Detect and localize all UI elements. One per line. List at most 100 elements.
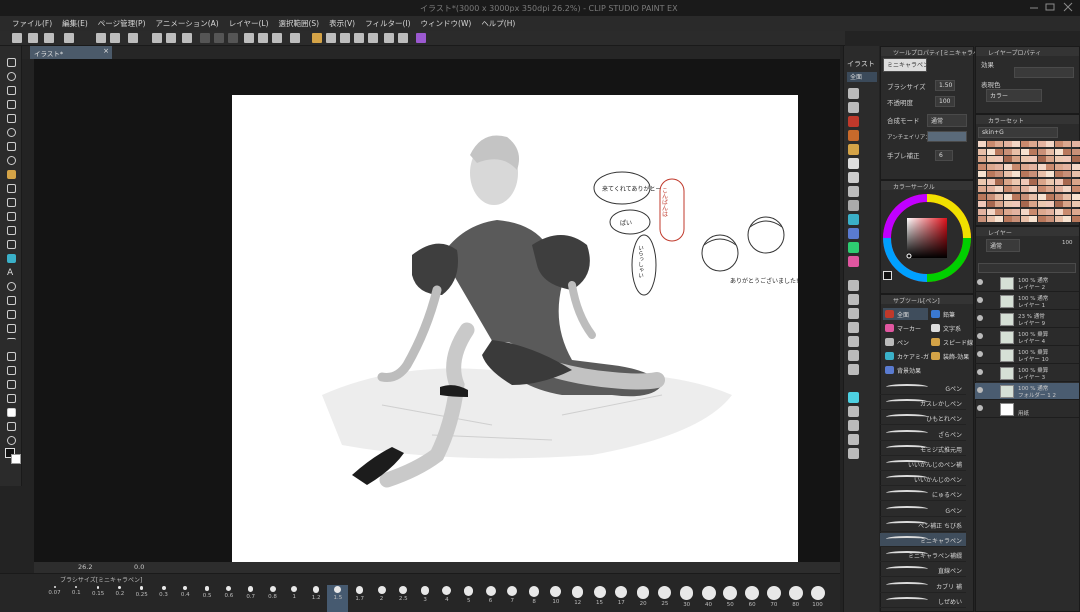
layer-blend-select[interactable]: 通常 — [986, 239, 1020, 252]
color-swatch[interactable] — [1054, 216, 1063, 222]
color-swatch[interactable] — [1054, 148, 1063, 155]
color-swatch[interactable] — [995, 148, 1003, 155]
ruler-special-icon[interactable] — [272, 33, 282, 43]
brush-size-option[interactable]: 0.3 — [153, 585, 174, 612]
color-swatch[interactable] — [986, 141, 995, 147]
brush-size-option[interactable]: 10 — [545, 585, 566, 612]
brush-preset-item[interactable]: いいかんじのペン — [880, 472, 966, 487]
color-swatch[interactable] — [1054, 171, 1063, 177]
color-swatch[interactable] — [1020, 186, 1029, 192]
color-swatch[interactable] — [986, 148, 995, 155]
color-swatch[interactable] — [1063, 201, 1071, 207]
brush-size-option[interactable]: 0.07 — [44, 585, 65, 612]
flip-icon[interactable] — [368, 33, 378, 43]
menu-edit[interactable]: 編集(E) — [62, 18, 88, 29]
color-swatch[interactable] — [1029, 141, 1037, 147]
brush-size-option[interactable]: 2.5 — [393, 585, 414, 612]
color-swatch[interactable] — [978, 178, 986, 185]
material-icon[interactable] — [848, 448, 859, 459]
color-swatch[interactable] — [978, 208, 986, 215]
circle-icon[interactable] — [7, 436, 16, 445]
color-swatch[interactable] — [1071, 148, 1080, 155]
color-swatch[interactable] — [978, 216, 986, 222]
fill-tool-icon[interactable] — [7, 254, 16, 263]
material-icon[interactable] — [848, 420, 859, 431]
color-swatch[interactable] — [1020, 216, 1029, 222]
color-swatch[interactable] — [1063, 216, 1071, 222]
color-swatch[interactable] — [978, 163, 986, 170]
brush-size-value[interactable]: 1.50 — [935, 80, 955, 91]
effect-buttons[interactable] — [1014, 67, 1074, 78]
undo-icon[interactable] — [96, 33, 106, 43]
color-swatch[interactable] — [1012, 171, 1020, 177]
brush-size-option[interactable]: 0.8 — [262, 585, 283, 612]
color-swatch[interactable] — [1063, 193, 1071, 200]
color-swatch[interactable] — [1037, 163, 1046, 170]
brush-size-option[interactable]: 0.1 — [66, 585, 87, 612]
material-icon[interactable] — [848, 228, 859, 239]
auto-select-icon[interactable] — [7, 142, 16, 151]
color-swatch[interactable] — [978, 193, 986, 200]
rotate-icon[interactable] — [848, 88, 859, 99]
color-swatch[interactable] — [1071, 216, 1080, 222]
color-swatch[interactable] — [1071, 193, 1080, 200]
color-swatch[interactable] — [1046, 141, 1054, 147]
color-swatch[interactable] — [1071, 186, 1080, 192]
brush-size-option[interactable]: 17 — [611, 585, 632, 612]
color-swatch[interactable] — [986, 163, 995, 170]
brush-size-option[interactable]: 80 — [785, 585, 806, 612]
brush-preset-item[interactable]: しぜめい — [880, 594, 966, 608]
color-swatch[interactable] — [1046, 171, 1054, 177]
color-swatch[interactable] — [1020, 178, 1029, 185]
color-swatch[interactable] — [1046, 216, 1054, 222]
plugin-icon[interactable] — [416, 33, 426, 43]
color-swatch[interactable] — [1029, 193, 1037, 200]
subtool-category-marker[interactable]: マーカー — [883, 322, 928, 334]
material-icon[interactable] — [848, 116, 859, 127]
color-swatch[interactable] — [995, 141, 1003, 147]
layer-opacity-value[interactable]: 100 — [1062, 240, 1073, 246]
color-swatch[interactable] — [1046, 156, 1054, 162]
color-swatch[interactable] — [1003, 141, 1012, 147]
color-swatch[interactable] — [1012, 201, 1020, 207]
color-swatch[interactable] — [1003, 163, 1012, 170]
color-swatch[interactable] — [1003, 201, 1012, 207]
material-icon[interactable] — [848, 158, 859, 169]
color-swatch[interactable] — [1037, 186, 1046, 192]
color-swatch[interactable] — [1020, 156, 1029, 162]
maximize-icon[interactable] — [1044, 2, 1056, 12]
brush-size-option[interactable]: 25 — [654, 585, 675, 612]
layer-icon[interactable] — [340, 33, 350, 43]
color-swatch[interactable] — [1003, 208, 1012, 215]
material-icon[interactable] — [848, 336, 859, 347]
pencil-tool-icon[interactable] — [7, 184, 16, 193]
color-swatch[interactable] — [1063, 178, 1071, 185]
color-swatch[interactable] — [1037, 193, 1046, 200]
color-swatch[interactable] — [986, 178, 995, 185]
crop-icon[interactable] — [182, 33, 192, 43]
menu-file[interactable]: ファイル(F) — [12, 18, 52, 29]
open-icon[interactable] — [28, 33, 38, 43]
color-swatch[interactable] — [1020, 171, 1029, 177]
color-swatch[interactable] — [1029, 163, 1037, 170]
color-swatch[interactable] — [986, 216, 995, 222]
layer-row[interactable]: 100 % 通常 レイヤー 2 — [975, 275, 1079, 292]
color-swatch[interactable] — [1054, 208, 1063, 215]
brush-size-option[interactable]: 4 — [436, 585, 457, 612]
color-swatch[interactable] — [986, 201, 995, 207]
selection-icon[interactable] — [7, 128, 16, 137]
color-swatch[interactable] — [1029, 178, 1037, 185]
flip-icon[interactable] — [848, 102, 859, 113]
frame-icon[interactable] — [7, 296, 16, 305]
color-swatch[interactable] — [978, 156, 986, 162]
color-swatch[interactable] — [1012, 148, 1020, 155]
color-swatch[interactable] — [995, 208, 1003, 215]
color-swatch[interactable] — [1037, 216, 1046, 222]
transform-icon[interactable] — [166, 33, 176, 43]
color-swatch[interactable] — [1003, 193, 1012, 200]
color-swatch[interactable] — [1054, 141, 1063, 147]
color-swatch[interactable] — [995, 156, 1003, 162]
material-icon[interactable] — [848, 130, 859, 141]
color-swatch[interactable] — [1020, 193, 1029, 200]
color-swatch[interactable] — [1063, 156, 1071, 162]
